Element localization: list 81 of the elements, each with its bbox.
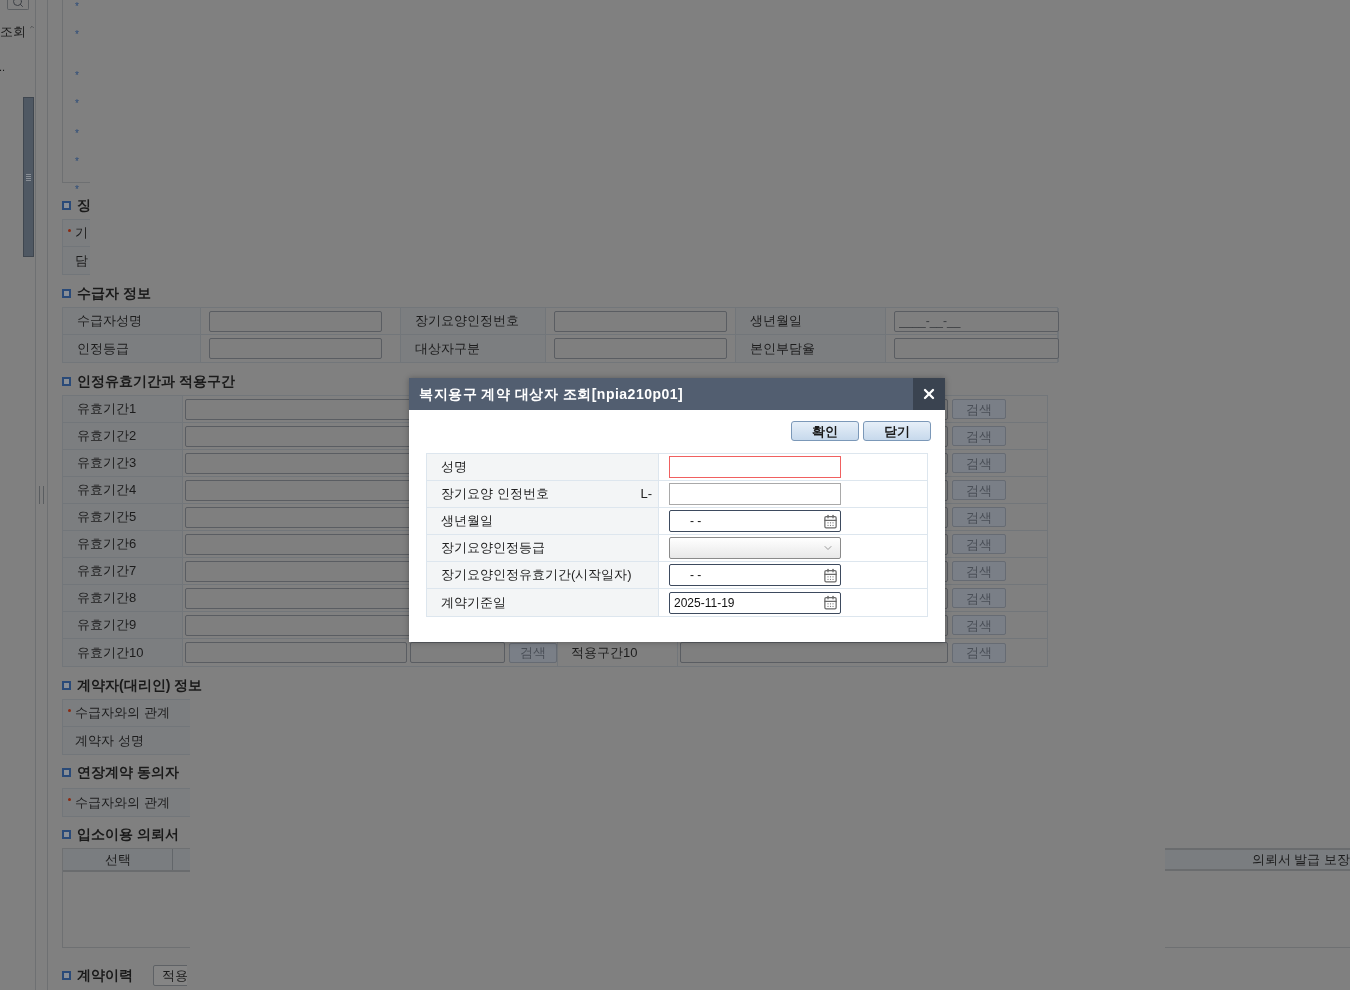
section-title: 수급자 정보 <box>77 283 151 303</box>
section-title: 입소이용 의뢰서 <box>77 824 179 844</box>
notice-bullet: * <box>75 157 80 167</box>
notice-bullet: * <box>75 71 80 81</box>
section-title: 계약이력 <box>77 965 133 985</box>
field-label: 계약자 성명 <box>75 731 144 750</box>
field-label: 유효기간8 <box>77 589 137 608</box>
field-label: 대상자구분 <box>415 339 480 358</box>
truncated-item: .. <box>0 61 7 73</box>
field-label: 생년월일 <box>750 312 802 331</box>
close-icon <box>921 386 937 402</box>
date-field[interactable]: - - <box>669 564 841 586</box>
date-field[interactable]: - - <box>669 510 841 532</box>
section-title: 징 <box>77 195 91 215</box>
field-label: 본인부담율 <box>750 339 815 358</box>
field-label: 장기요양인정유효기간(시작일자) <box>441 566 632 585</box>
field-label: 유효기간9 <box>77 616 137 635</box>
field-label: 유효기간6 <box>77 535 137 554</box>
field-label: 장기요양 인정번호 <box>441 485 549 504</box>
notice-bullet: * <box>75 2 80 12</box>
notice-bullet: * <box>75 99 80 109</box>
notice-bullet: * <box>75 129 80 139</box>
input-field[interactable] <box>410 642 506 663</box>
apply-button[interactable]: 적용 <box>153 965 187 986</box>
field-label: 수급자와의 관계 <box>75 704 170 723</box>
field-label: 담 <box>75 251 88 270</box>
calendar-icon[interactable] <box>823 567 838 583</box>
field-label: 유효기간4 <box>77 481 137 500</box>
field-label: 기 <box>75 224 88 243</box>
input-field[interactable] <box>680 642 948 663</box>
dialog-title: 복지용구 계약 대상자 조회[npia210p01] <box>418 384 684 404</box>
section-marker-icon <box>62 288 71 298</box>
field-label: 장기요양인정등급 <box>441 539 545 558</box>
input-field[interactable] <box>209 310 382 332</box>
section-title: 연장계약 동의자 <box>77 762 179 782</box>
field-label: 적용구간10 <box>571 643 638 662</box>
input-field[interactable] <box>894 338 1059 359</box>
section-marker-icon <box>62 829 71 839</box>
input-field[interactable] <box>554 338 727 359</box>
section-marker-icon <box>62 200 71 210</box>
input-field[interactable] <box>209 338 382 359</box>
field-label: 인정등급 <box>77 339 129 358</box>
field-label: 수급자성명 <box>77 312 142 331</box>
input-field[interactable] <box>669 483 841 505</box>
input-field[interactable] <box>554 310 727 332</box>
input-field[interactable]: ____-__-__ <box>894 310 1059 332</box>
calendar-icon[interactable] <box>823 513 838 529</box>
calendar-icon[interactable] <box>823 595 838 610</box>
date-field[interactable]: 2025-11-19 <box>669 591 841 614</box>
notice-bullet: * <box>75 185 80 195</box>
section-title: 계약자(대리인) 정보 <box>77 675 203 695</box>
column-header: 의뢰서 발급 보장 <box>1165 848 1350 871</box>
section-marker-icon <box>62 680 71 690</box>
menu-item[interactable]: 조회 <box>0 22 26 42</box>
field-label: 성명 <box>441 458 467 477</box>
field-label: 장기요양인정번호 <box>415 312 519 331</box>
input-field[interactable] <box>669 456 841 478</box>
field-label: 유효기간5 <box>77 508 137 527</box>
field-prefix: L- <box>640 485 652 504</box>
section-marker-icon <box>62 970 71 980</box>
field-label: 계약기준일 <box>441 593 506 612</box>
dropdown[interactable] <box>669 537 841 559</box>
notice-bullet: * <box>75 30 80 40</box>
input-field[interactable] <box>185 642 408 663</box>
splitter-handle-icon[interactable] <box>39 486 44 504</box>
field-label: 유효기간2 <box>77 427 137 446</box>
column-header: 선택 <box>63 849 173 870</box>
close-button[interactable] <box>913 378 945 410</box>
dialog-button[interactable]: 닫기 <box>863 421 931 441</box>
dialog-button[interactable]: 확인 <box>791 421 859 441</box>
field-label: 유효기간3 <box>77 454 137 473</box>
section-marker-icon <box>62 376 71 386</box>
section-marker-icon <box>62 767 71 777</box>
field-label: 수급자와의 관계 <box>75 793 170 812</box>
field-label: 생년월일 <box>441 512 493 531</box>
scrollbar-thumb[interactable] <box>23 97 34 257</box>
field-label: 유효기간7 <box>77 562 137 581</box>
section-title: 인정유효기간과 적용구간 <box>77 371 235 391</box>
field-label: 유효기간10 <box>77 643 144 662</box>
search-icon[interactable] <box>7 0 29 10</box>
field-label: 유효기간1 <box>77 400 137 419</box>
